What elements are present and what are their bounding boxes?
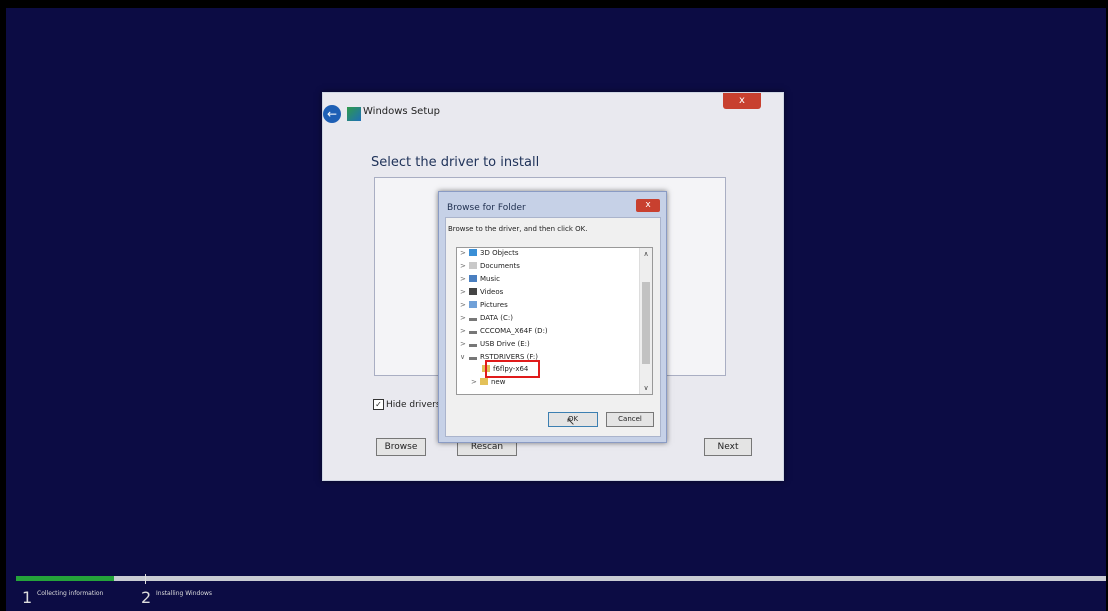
chevron-right-icon[interactable]: > bbox=[460, 299, 469, 312]
tree-item-data-c[interactable]: > DATA (C:) bbox=[460, 312, 513, 325]
tree-item-music[interactable]: > Music bbox=[460, 273, 500, 286]
setup-progress-bar bbox=[16, 576, 1106, 581]
browse-instruction: Browse to the driver, and then click OK. bbox=[448, 225, 588, 233]
step-2-label: Installing Windows bbox=[156, 590, 213, 597]
pictures-icon bbox=[469, 301, 477, 308]
step-1-label: Collecting information bbox=[37, 590, 104, 597]
chevron-right-icon[interactable]: > bbox=[460, 260, 469, 273]
drive-icon bbox=[469, 357, 477, 360]
videos-icon bbox=[469, 288, 477, 295]
tree-item-label: Pictures bbox=[480, 301, 508, 309]
3d-objects-icon bbox=[469, 249, 477, 256]
tree-item-label: Videos bbox=[480, 288, 504, 296]
drive-icon bbox=[469, 331, 477, 334]
tree-item-label: USB Drive (E:) bbox=[480, 340, 530, 348]
chevron-right-icon[interactable]: > bbox=[460, 248, 469, 260]
chevron-right-icon[interactable]: > bbox=[460, 312, 469, 325]
chevron-right-icon[interactable]: > bbox=[460, 325, 469, 338]
tree-item-documents[interactable]: > Documents bbox=[460, 260, 520, 273]
folder-icon bbox=[480, 378, 488, 385]
tree-item-label: CCCOMA_X64F (D:) bbox=[480, 327, 548, 335]
cancel-button[interactable]: Cancel bbox=[606, 412, 654, 427]
tree-item-usb-drive-e[interactable]: > USB Drive (E:) bbox=[460, 338, 530, 351]
progress-fill bbox=[16, 576, 115, 581]
windows-setup-icon bbox=[347, 107, 361, 121]
tree-item-label: 3D Objects bbox=[480, 249, 519, 257]
next-button[interactable]: Next bbox=[704, 438, 752, 456]
checkbox-checked-icon: ✓ bbox=[373, 399, 384, 410]
chevron-right-icon[interactable]: > bbox=[460, 338, 469, 351]
tree-item-label: Documents bbox=[480, 262, 520, 270]
setup-title-bar: ← Windows Setup x bbox=[323, 93, 783, 129]
tree-item-label: DATA (C:) bbox=[480, 314, 513, 322]
usb-drive-icon bbox=[469, 344, 477, 347]
setup-close-button[interactable]: x bbox=[723, 93, 761, 109]
step-divider bbox=[145, 574, 146, 584]
music-icon bbox=[469, 275, 477, 282]
drive-icon bbox=[469, 318, 477, 321]
step-1-number: 1 bbox=[22, 588, 33, 607]
chevron-down-icon[interactable]: ∨ bbox=[460, 351, 469, 364]
tree-item-cccoma-d[interactable]: > CCCOMA_X64F (D:) bbox=[460, 325, 548, 338]
browse-close-button[interactable]: x bbox=[636, 199, 660, 212]
selection-highlight-box bbox=[485, 360, 540, 378]
back-arrow-icon[interactable]: ← bbox=[323, 105, 341, 123]
browse-for-folder-dialog: Browse for Folder x Browse to the driver… bbox=[438, 191, 667, 443]
tree-item-pictures[interactable]: > Pictures bbox=[460, 299, 508, 312]
browse-dialog-body: Browse to the driver, and then click OK.… bbox=[445, 217, 661, 437]
browse-dialog-title: Browse for Folder bbox=[447, 203, 526, 213]
page-title: Select the driver to install bbox=[371, 155, 540, 170]
documents-icon bbox=[469, 262, 477, 269]
chevron-right-icon[interactable]: > bbox=[460, 286, 469, 299]
chevron-right-icon[interactable]: > bbox=[471, 376, 480, 389]
tree-item-videos[interactable]: > Videos bbox=[460, 286, 503, 299]
step-2-number: 2 bbox=[141, 588, 152, 607]
folder-tree[interactable]: >3D Objects > Documents > Music > Videos > P… bbox=[456, 247, 653, 395]
browse-button[interactable]: Browse bbox=[376, 438, 426, 456]
chevron-down-icon[interactable]: ∨ bbox=[640, 382, 652, 394]
tree-item-label: new bbox=[491, 378, 506, 386]
tree-item-label: Music bbox=[480, 275, 500, 283]
mouse-cursor-icon: ↖ bbox=[566, 415, 576, 428]
setup-window-title: Windows Setup bbox=[363, 106, 440, 117]
tree-item-3d-objects[interactable]: >3D Objects bbox=[460, 248, 519, 260]
chevron-right-icon[interactable]: > bbox=[460, 273, 469, 286]
chevron-up-icon[interactable]: ∧ bbox=[640, 248, 652, 260]
scrollbar-thumb[interactable] bbox=[642, 282, 650, 364]
tree-scrollbar[interactable]: ∧ ∨ bbox=[639, 248, 652, 394]
